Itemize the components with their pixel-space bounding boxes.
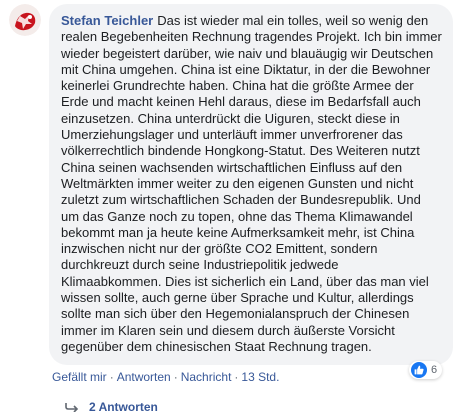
like-link[interactable]: Gefällt mir	[52, 370, 107, 384]
comment-actions: Gefällt mir · Antworten · Nachricht · 13 Std.	[52, 370, 279, 384]
avatar[interactable]	[9, 4, 41, 36]
separator: ·	[234, 370, 239, 384]
message-link[interactable]: Nachricht	[181, 370, 232, 384]
reply-arrow-icon	[65, 402, 79, 412]
view-replies-link[interactable]: 2 Antworten	[65, 400, 158, 414]
reactions-badge[interactable]: 6	[409, 361, 443, 379]
replies-label: 2 Antworten	[89, 400, 158, 414]
comment-bubble: Stefan Teichler Das ist wieder mal ein to…	[49, 4, 453, 366]
reaction-count: 6	[431, 364, 438, 376]
separator: ·	[109, 370, 114, 384]
author-name[interactable]: Stefan Teichler	[61, 13, 153, 28]
comment-text: Das ist wieder mal ein tolles, weil so w…	[61, 13, 442, 354]
timestamp-link[interactable]: 13 Std.	[241, 370, 279, 384]
separator: ·	[173, 370, 178, 384]
like-icon	[411, 362, 427, 378]
avatar-image	[9, 4, 41, 36]
reply-link[interactable]: Antworten	[117, 370, 171, 384]
